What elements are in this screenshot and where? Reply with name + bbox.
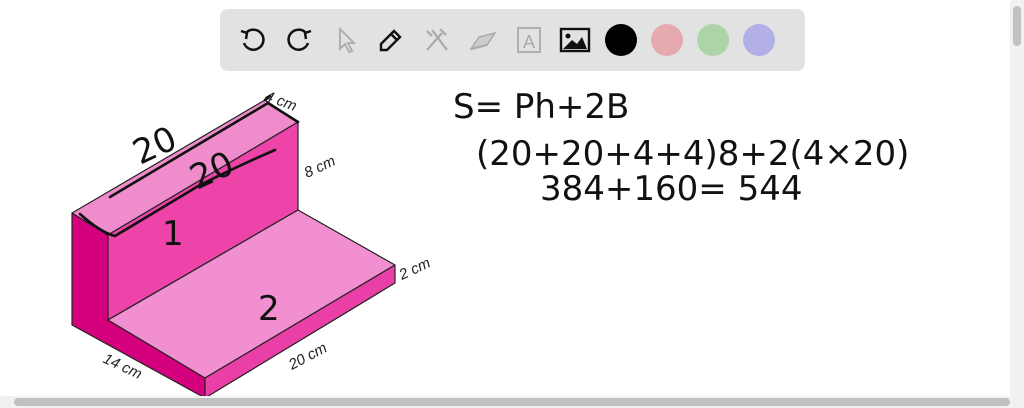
- label-base-height: 2 cm: [396, 254, 434, 284]
- l-shaped-prism-figure: [71, 99, 396, 396]
- annotation-wall-mark: 1: [162, 214, 184, 254]
- vertical-scrollbar[interactable]: [1010, 0, 1024, 396]
- work-line-1: S= Ph+2B: [453, 87, 629, 127]
- annotation-base-mark: 2: [258, 289, 280, 329]
- vertical-scroll-thumb[interactable]: [1013, 6, 1021, 46]
- whiteboard-canvas[interactable]: 4 cm 8 cm 2 cm 20 cm 14 cm 20 20 1 2 S= …: [0, 0, 1010, 396]
- work-line-3: 384+160= 544: [540, 169, 802, 209]
- label-height: 8 cm: [302, 152, 339, 181]
- horizontal-scrollbar[interactable]: [0, 396, 1024, 408]
- horizontal-scroll-thumb[interactable]: [14, 398, 1010, 406]
- work-line-2: (20+20+4+4)8+2(4×20): [476, 134, 909, 174]
